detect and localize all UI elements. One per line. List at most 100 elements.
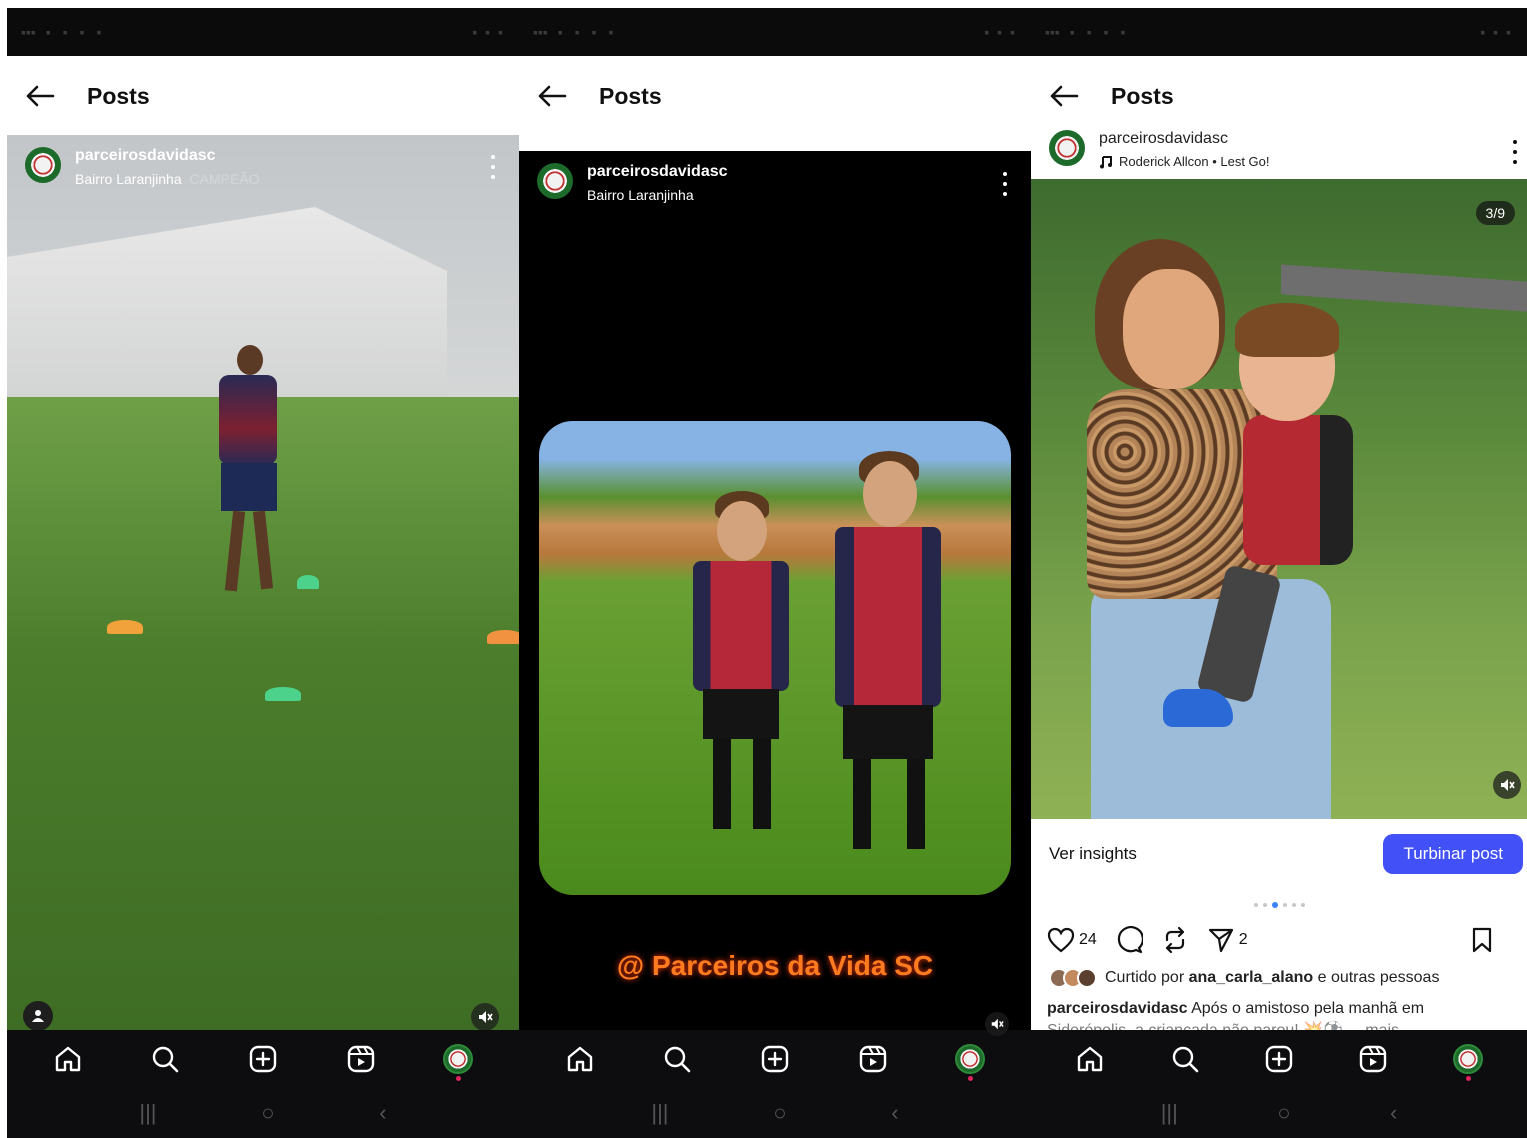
create-icon[interactable]: [1259, 1039, 1299, 1079]
home-icon[interactable]: [48, 1039, 88, 1079]
system-back-icon[interactable]: ‹: [891, 1100, 898, 1126]
status-bar: ▪▪▪ ▪ ▪ ▪ ▪ ▪ ▪ ▪: [7, 8, 519, 56]
home-icon[interactable]: [560, 1039, 600, 1079]
battery-icon: ▪ ▪ ▪: [984, 24, 1017, 40]
audio-track[interactable]: Roderick Allcon • Lest Go!: [1099, 154, 1270, 169]
tagged-users-icon[interactable]: [23, 1001, 53, 1030]
search-icon[interactable]: [1165, 1039, 1205, 1079]
shelter-roof: [1281, 264, 1527, 312]
system-back-icon[interactable]: ‹: [1390, 1100, 1397, 1126]
profile-tab[interactable]: [1448, 1039, 1488, 1081]
avatar[interactable]: [537, 163, 573, 199]
reels-icon[interactable]: [1353, 1039, 1393, 1079]
comment-button[interactable]: [1115, 926, 1143, 954]
post-screen-video: ▪▪▪ ▪ ▪ ▪ ▪ ▪ ▪ ▪ Posts parceirosdavidas…: [7, 8, 519, 1138]
username[interactable]: parceirosdavidasc: [75, 147, 260, 165]
back-arrow-icon[interactable]: [1047, 79, 1081, 113]
post-screen-image: ▪▪▪ ▪ ▪ ▪ ▪ ▪ ▪ ▪ Posts parceirosdavidas…: [519, 8, 1031, 1138]
video-player[interactable]: parceirosdavidasc Bairro Laranjinha CAMP…: [7, 135, 519, 1030]
location[interactable]: Bairro Laranjinha: [587, 187, 728, 203]
recents-icon[interactable]: |||: [651, 1100, 668, 1126]
liked-by-suffix: e outras pessoas: [1317, 969, 1440, 986]
profile-avatar: [955, 1044, 986, 1074]
status-icons: ▪ ▪ ▪ ▪: [557, 24, 618, 40]
page-title: Posts: [599, 82, 662, 109]
search-icon[interactable]: [657, 1039, 697, 1079]
like-button[interactable]: 24: [1047, 927, 1097, 953]
shares-count: 2: [1238, 931, 1248, 948]
system-back-icon[interactable]: ‹: [379, 1100, 386, 1126]
reels-icon[interactable]: [853, 1039, 893, 1079]
coach-figure: [207, 345, 287, 605]
liker-avatars: [1049, 968, 1097, 988]
overlay-caption: @ Parceiros da Vida SC: [616, 950, 934, 981]
more-vertical-icon[interactable]: [1511, 140, 1519, 164]
repost-button[interactable]: [1161, 926, 1189, 954]
search-icon[interactable]: [145, 1039, 185, 1079]
back-arrow-icon[interactable]: [535, 79, 569, 113]
status-time: ▪▪▪: [1045, 24, 1060, 40]
status-icons: ▪ ▪ ▪ ▪: [45, 24, 106, 40]
username[interactable]: parceirosdavidasc: [1099, 130, 1270, 148]
comment-icon: [1117, 926, 1143, 954]
child-figure: [823, 451, 953, 871]
system-nav: ||| ○ ‹: [7, 1088, 519, 1138]
insights-row: Ver insights Turbinar post: [1031, 832, 1527, 876]
home-circle-icon[interactable]: ○: [1277, 1100, 1290, 1126]
page-header: Posts: [519, 56, 1031, 136]
system-nav: ||| ○ ‹: [519, 1088, 1031, 1138]
avatar[interactable]: [1049, 130, 1085, 166]
system-nav: ||| ○ ‹: [1031, 1088, 1527, 1138]
status-time: ▪▪▪: [533, 24, 548, 40]
view-insights-link[interactable]: Ver insights: [1049, 844, 1137, 864]
back-arrow-icon[interactable]: [23, 79, 57, 113]
mute-icon[interactable]: [1493, 771, 1521, 799]
more-vertical-icon[interactable]: [489, 155, 497, 179]
status-icons: ▪ ▪ ▪ ▪: [1069, 24, 1130, 40]
create-icon[interactable]: [755, 1039, 795, 1079]
child-figure: [679, 491, 799, 871]
liked-by[interactable]: Curtido por ana_carla_alano e outras pes…: [1049, 968, 1439, 988]
caption-username[interactable]: parceirosdavidasc: [1047, 1000, 1188, 1017]
status-bar: ▪▪▪ ▪ ▪ ▪ ▪ ▪ ▪ ▪: [1031, 8, 1527, 56]
carousel-photo[interactable]: 3/9: [1031, 179, 1527, 819]
post-user-info: parceirosdavidasc Bairro Laranjinha CAMP…: [25, 147, 260, 187]
training-cone: [487, 630, 519, 644]
home-circle-icon[interactable]: ○: [773, 1100, 786, 1126]
recents-icon[interactable]: |||: [139, 1100, 156, 1126]
battery-icon: ▪ ▪ ▪: [1480, 24, 1513, 40]
profile-tab[interactable]: [950, 1039, 990, 1081]
caption-more[interactable]: Siderópolis, a criançada não parou! 💥⚽ .…: [1047, 1020, 1519, 1030]
music-note-icon: [1100, 155, 1112, 168]
recents-icon[interactable]: |||: [1161, 1100, 1178, 1126]
username[interactable]: parceirosdavidasc: [587, 163, 728, 181]
share-icon: [1208, 928, 1233, 953]
profile-tab[interactable]: [438, 1039, 478, 1081]
mute-icon[interactable]: [985, 1012, 1009, 1036]
post-actions: 24 2: [1047, 920, 1511, 960]
location[interactable]: Bairro Laranjinha CAMPEÃO: [75, 171, 260, 187]
woman-figure: [1123, 269, 1219, 389]
likes-count: 24: [1079, 931, 1097, 948]
avatar[interactable]: [25, 147, 61, 183]
post-caption: parceirosdavidasc Após o amistoso pela m…: [1047, 998, 1519, 1030]
share-button[interactable]: 2: [1207, 926, 1248, 954]
bottom-nav: [519, 1030, 1031, 1088]
bottom-nav: [1031, 1030, 1527, 1088]
liked-by-user[interactable]: ana_carla_alano: [1189, 969, 1314, 987]
mute-icon[interactable]: [471, 1003, 499, 1030]
training-cone: [107, 620, 143, 634]
home-icon[interactable]: [1070, 1039, 1110, 1079]
home-circle-icon[interactable]: ○: [261, 1100, 274, 1126]
bookmark-icon: [1472, 927, 1492, 953]
overlay-text: CAMPEÃO: [189, 171, 260, 187]
kids-photo: [539, 421, 1011, 895]
training-cone: [265, 687, 301, 701]
more-vertical-icon[interactable]: [1001, 172, 1009, 196]
save-button[interactable]: [1471, 927, 1493, 953]
create-icon[interactable]: [243, 1039, 283, 1079]
reels-icon[interactable]: [341, 1039, 381, 1079]
status-bar: ▪▪▪ ▪ ▪ ▪ ▪ ▪ ▪ ▪: [519, 8, 1031, 56]
boost-post-button[interactable]: Turbinar post: [1383, 834, 1523, 874]
bottom-nav: [7, 1030, 519, 1088]
